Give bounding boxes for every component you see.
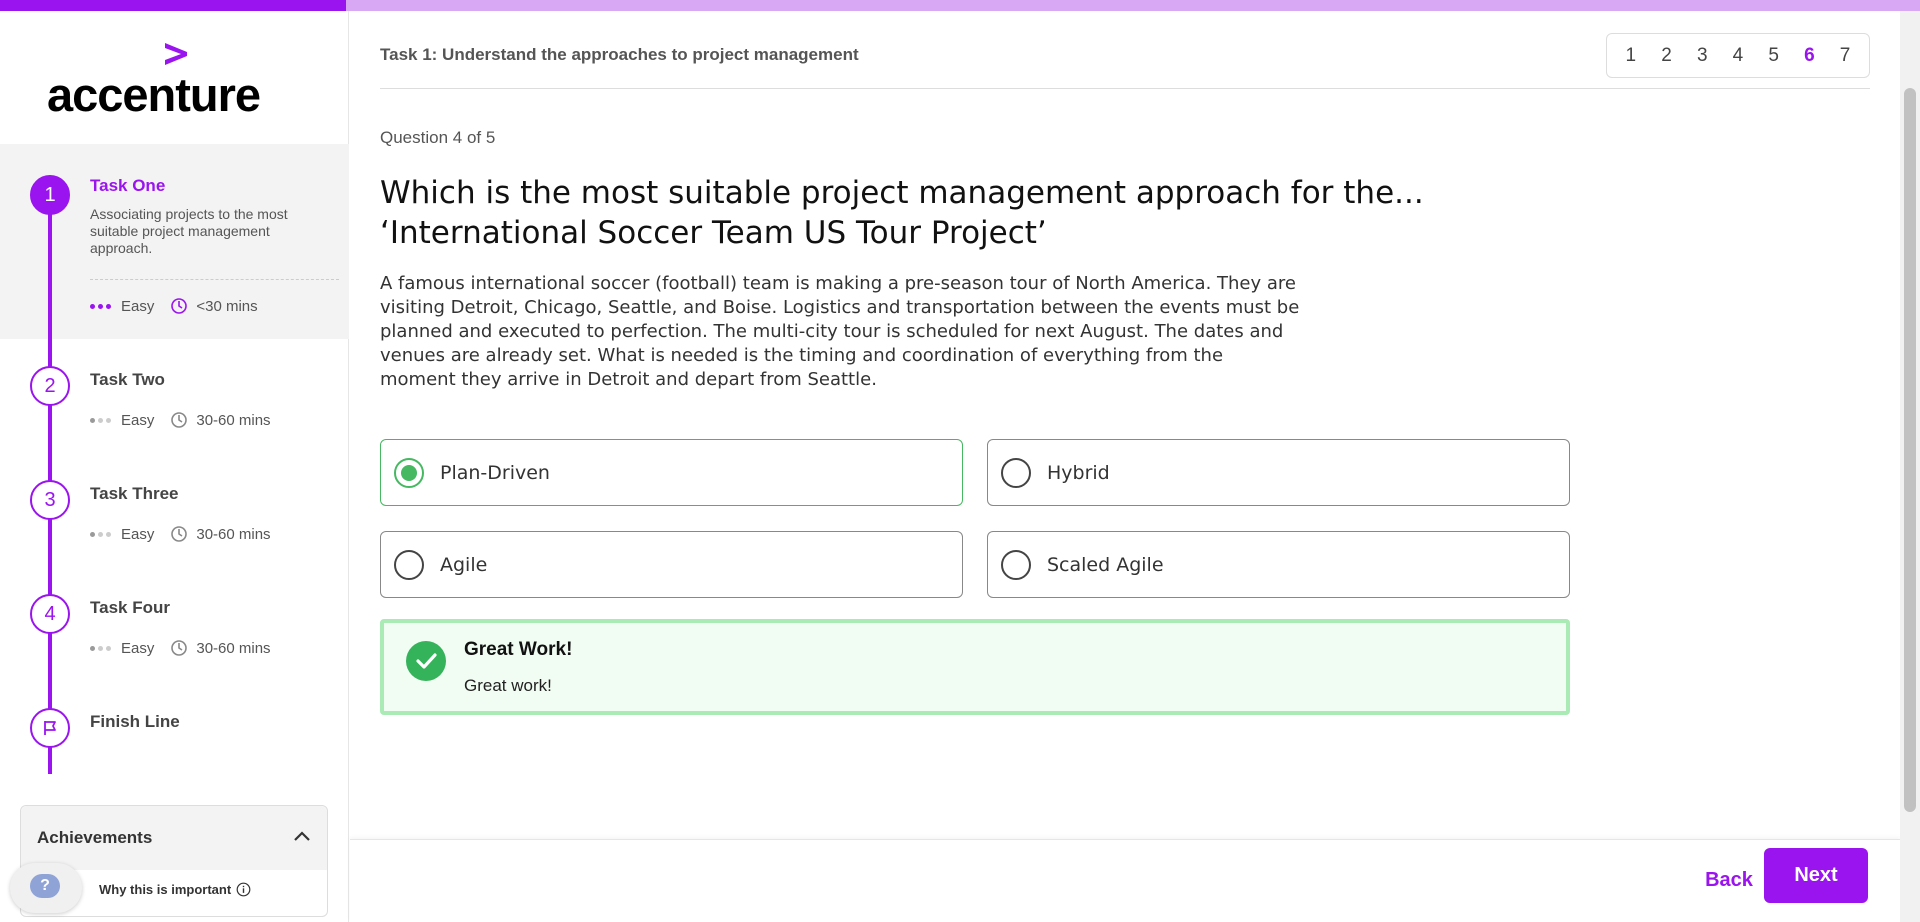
- step-1-circle: 1: [30, 175, 70, 215]
- finish-line-circle: [30, 708, 70, 748]
- radio-empty-icon[interactable]: [1001, 457, 1031, 488]
- feedback-box: Great Work! Great work!: [380, 619, 1570, 715]
- flag-icon: [44, 721, 56, 735]
- task-one-meta: Easy <30 mins: [90, 297, 258, 315]
- task-header-title: Task 1: Understand the approaches to pro…: [380, 45, 859, 64]
- footer-bar: Back Next: [350, 839, 1900, 922]
- task-three-difficulty: Easy: [121, 525, 155, 543]
- option-agile[interactable]: Agile: [380, 531, 963, 598]
- difficulty-dots-icon: [90, 417, 111, 423]
- why-important-label: Why this is important: [99, 882, 232, 897]
- task-three-title[interactable]: Task Three: [90, 484, 179, 504]
- help-icon: ?: [30, 874, 60, 898]
- page-3-link[interactable]: 3: [1687, 45, 1717, 67]
- task-four-difficulty: Easy: [121, 639, 155, 657]
- option-label: Agile: [440, 553, 488, 576]
- difficulty-dots-icon: [90, 645, 111, 651]
- feedback-title: Great Work!: [464, 639, 573, 660]
- step-2-circle: 2: [30, 366, 70, 406]
- radio-empty-icon[interactable]: [1001, 549, 1031, 580]
- feedback-body: Great work!: [464, 676, 552, 695]
- task-four-meta: Easy 30-60 mins: [90, 639, 271, 657]
- task-four-title[interactable]: Task Four: [90, 598, 170, 618]
- difficulty-dots-icon: [90, 303, 111, 309]
- option-label: Scaled Agile: [1047, 553, 1164, 576]
- clock-icon: [171, 640, 188, 656]
- course-progress-fill: [0, 0, 346, 11]
- task-one-difficulty: Easy: [121, 297, 155, 315]
- task-two-meta: Easy 30-60 mins: [90, 411, 271, 429]
- task-two-title[interactable]: Task Two: [90, 370, 165, 390]
- logo-text: accenture: [47, 68, 261, 121]
- task-one-duration: <30 mins: [196, 297, 258, 315]
- difficulty-dots-icon: [90, 531, 111, 537]
- page-5-link[interactable]: 5: [1759, 45, 1789, 67]
- scrollbar-thumb[interactable]: [1904, 88, 1916, 812]
- achievements-label: Achievements: [37, 828, 153, 847]
- task-three-meta: Easy 30-60 mins: [90, 525, 271, 543]
- clock-icon: [171, 412, 188, 428]
- question-pager: 1234567: [1606, 33, 1870, 78]
- header-divider: [380, 88, 1870, 89]
- why-important-link[interactable]: Why this is important: [99, 882, 251, 897]
- help-button[interactable]: ?: [10, 863, 82, 913]
- clock-icon: [171, 526, 188, 542]
- achievements-header[interactable]: Achievements: [21, 806, 327, 870]
- page-6-link[interactable]: 6: [1794, 45, 1824, 67]
- task-divider: [90, 279, 339, 280]
- option-label: Plan-Driven: [440, 461, 550, 484]
- step-4-circle: 4: [30, 594, 70, 634]
- page-4-link[interactable]: 4: [1723, 45, 1753, 67]
- task-one-title[interactable]: Task One: [90, 176, 165, 196]
- page-1-link[interactable]: 1: [1616, 45, 1646, 67]
- radio-selected-icon[interactable]: [394, 457, 424, 488]
- clock-icon: [171, 298, 188, 314]
- page-7-link[interactable]: 7: [1830, 45, 1860, 67]
- sidebar: accenture 1 Task One Associating project…: [0, 11, 349, 922]
- task-four-duration: 30-60 mins: [196, 639, 271, 657]
- option-hybrid[interactable]: Hybrid: [987, 439, 1570, 506]
- checkmark-icon: [406, 641, 446, 681]
- option-label: Hybrid: [1047, 461, 1110, 484]
- task-two-difficulty: Easy: [121, 411, 155, 429]
- next-button[interactable]: Next: [1764, 848, 1868, 903]
- info-icon: [236, 882, 251, 897]
- task-one-description: Associating projects to the most suitabl…: [90, 206, 288, 256]
- finish-line-title[interactable]: Finish Line: [90, 712, 180, 732]
- step-3-circle: 3: [30, 480, 70, 520]
- option-scaled-agile[interactable]: Scaled Agile: [987, 531, 1570, 598]
- radio-empty-icon[interactable]: [394, 549, 424, 580]
- question-body: A famous international soccer (football)…: [380, 273, 1300, 390]
- logo-chevron-icon: [165, 43, 187, 65]
- main-content: Task 1: Understand the approaches to pro…: [350, 11, 1900, 922]
- question-counter: Question 4 of 5: [380, 128, 496, 147]
- chevron-up-icon[interactable]: [291, 826, 313, 848]
- option-plan-driven[interactable]: Plan-Driven: [380, 439, 963, 506]
- page-2-link[interactable]: 2: [1652, 45, 1682, 67]
- task-two-duration: 30-60 mins: [196, 411, 271, 429]
- course-progress-bar: [0, 0, 1920, 11]
- accenture-logo: accenture: [47, 43, 287, 123]
- task-three-duration: 30-60 mins: [196, 525, 271, 543]
- scrollbar[interactable]: [1900, 11, 1920, 922]
- question-title: Which is the most suitable project manag…: [380, 175, 1424, 251]
